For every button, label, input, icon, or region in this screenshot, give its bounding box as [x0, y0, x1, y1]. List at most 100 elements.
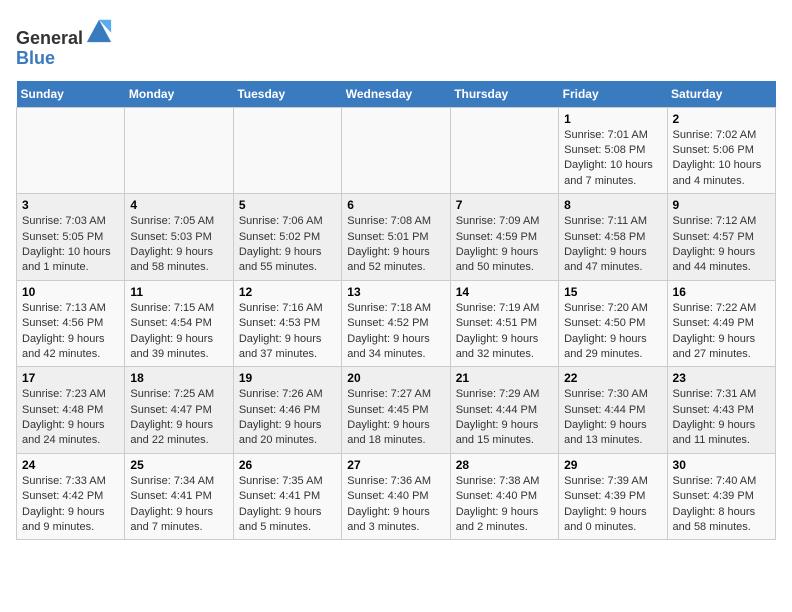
calendar-cell: 26Sunrise: 7:35 AM Sunset: 4:41 PM Dayli… — [233, 453, 341, 540]
calendar-cell — [125, 107, 233, 194]
day-number: 25 — [130, 458, 227, 472]
day-number: 13 — [347, 285, 444, 299]
day-info: Sunrise: 7:39 AM Sunset: 4:39 PM Dayligh… — [564, 474, 661, 536]
day-number: 18 — [130, 371, 227, 385]
day-info: Sunrise: 7:03 AM Sunset: 5:05 PM Dayligh… — [22, 214, 119, 276]
day-info: Sunrise: 7:05 AM Sunset: 5:03 PM Dayligh… — [130, 214, 227, 276]
day-info: Sunrise: 7:09 AM Sunset: 4:59 PM Dayligh… — [456, 214, 553, 276]
calendar-cell: 29 Sunrise: 7:39 AM Sunset: 4:39 PM Dayli… — [559, 453, 667, 540]
calendar-cell — [342, 107, 450, 194]
day-number: 10 — [22, 285, 119, 299]
calendar-cell: 14 Sunrise: 7:19 AM Sunset: 4:51 PM Dayli… — [450, 280, 558, 367]
day-number: 20 — [347, 371, 444, 385]
day-number: 5 — [239, 198, 336, 212]
day-header-friday: Friday — [559, 81, 667, 108]
day-number: 28 — [456, 458, 553, 472]
day-number: 22 — [564, 371, 661, 385]
day-info: Sunrise: 7:16 AM Sunset: 4:53 PM Dayligh… — [239, 301, 336, 363]
calendar-cell: 5 Sunrise: 7:06 AM Sunset: 5:02 PM Daylig… — [233, 194, 341, 281]
day-info: Sunrise: 7:23 AM Sunset: 4:48 PM Dayligh… — [22, 387, 119, 449]
calendar-cell: 27 Sunrise: 7:36 AM Sunset: 4:40 PM Dayli… — [342, 453, 450, 540]
day-header-monday: Monday — [125, 81, 233, 108]
day-header-thursday: Thursday — [450, 81, 558, 108]
day-number: 6 — [347, 198, 444, 212]
day-number: 3 — [22, 198, 119, 212]
day-number: 23 — [673, 371, 770, 385]
day-info: Sunrise: 7:27 AM Sunset: 4:45 PM Dayligh… — [347, 387, 444, 449]
day-number: 15 — [564, 285, 661, 299]
day-info: Sunrise: 7:13 AM Sunset: 4:56 PM Dayligh… — [22, 301, 119, 363]
logo-blue: Blue — [16, 48, 55, 68]
calendar-cell: 11Sunrise: 7:15 AM Sunset: 4:54 PM Dayli… — [125, 280, 233, 367]
calendar-header-row: SundayMondayTuesdayWednesdayThursdayFrid… — [17, 81, 776, 108]
calendar-cell: 28 Sunrise: 7:38 AM Sunset: 4:40 PM Dayli… — [450, 453, 558, 540]
calendar-cell: 25 Sunrise: 7:34 AM Sunset: 4:41 PM Dayli… — [125, 453, 233, 540]
day-info: Sunrise: 7:11 AM Sunset: 4:58 PM Dayligh… — [564, 214, 661, 276]
calendar-cell: 10 Sunrise: 7:13 AM Sunset: 4:56 PM Dayli… — [17, 280, 125, 367]
day-info: Sunrise: 7:34 AM Sunset: 4:41 PM Dayligh… — [130, 474, 227, 536]
day-info: Sunrise: 7:33 AM Sunset: 4:42 PM Dayligh… — [22, 474, 119, 536]
day-info: Sunrise: 7:38 AM Sunset: 4:40 PM Dayligh… — [456, 474, 553, 536]
calendar-cell: 16 Sunrise: 7:22 AM Sunset: 4:49 PM Dayli… — [667, 280, 775, 367]
calendar-cell: 17Sunrise: 7:23 AM Sunset: 4:48 PM Dayli… — [17, 367, 125, 454]
page-header: General Blue — [16, 16, 776, 69]
week-row-4: 17Sunrise: 7:23 AM Sunset: 4:48 PM Dayli… — [17, 367, 776, 454]
day-number: 21 — [456, 371, 553, 385]
calendar-table: SundayMondayTuesdayWednesdayThursdayFrid… — [16, 81, 776, 541]
day-header-tuesday: Tuesday — [233, 81, 341, 108]
day-info: Sunrise: 7:36 AM Sunset: 4:40 PM Dayligh… — [347, 474, 444, 536]
day-number: 1 — [564, 112, 661, 126]
calendar-cell: 8 Sunrise: 7:11 AM Sunset: 4:58 PM Daylig… — [559, 194, 667, 281]
week-row-1: 1 Sunrise: 7:01 AM Sunset: 5:08 PM Daylig… — [17, 107, 776, 194]
day-number: 8 — [564, 198, 661, 212]
day-number: 12 — [239, 285, 336, 299]
day-header-saturday: Saturday — [667, 81, 775, 108]
calendar-cell: 20 Sunrise: 7:27 AM Sunset: 4:45 PM Dayli… — [342, 367, 450, 454]
calendar-cell: 3 Sunrise: 7:03 AM Sunset: 5:05 PM Daylig… — [17, 194, 125, 281]
day-info: Sunrise: 7:40 AM Sunset: 4:39 PM Dayligh… — [673, 474, 770, 536]
day-info: Sunrise: 7:35 AM Sunset: 4:41 PM Dayligh… — [239, 474, 336, 536]
calendar-cell: 15Sunrise: 7:20 AM Sunset: 4:50 PM Dayli… — [559, 280, 667, 367]
calendar-cell: 1 Sunrise: 7:01 AM Sunset: 5:08 PM Daylig… — [559, 107, 667, 194]
day-info: Sunrise: 7:02 AM Sunset: 5:06 PM Dayligh… — [673, 128, 770, 190]
day-number: 27 — [347, 458, 444, 472]
calendar-cell: 2 Sunrise: 7:02 AM Sunset: 5:06 PM Daylig… — [667, 107, 775, 194]
day-number: 14 — [456, 285, 553, 299]
day-info: Sunrise: 7:18 AM Sunset: 4:52 PM Dayligh… — [347, 301, 444, 363]
calendar-cell — [233, 107, 341, 194]
day-info: Sunrise: 7:26 AM Sunset: 4:46 PM Dayligh… — [239, 387, 336, 449]
day-info: Sunrise: 7:06 AM Sunset: 5:02 PM Dayligh… — [239, 214, 336, 276]
day-info: Sunrise: 7:25 AM Sunset: 4:47 PM Dayligh… — [130, 387, 227, 449]
day-number: 16 — [673, 285, 770, 299]
day-info: Sunrise: 7:12 AM Sunset: 4:57 PM Dayligh… — [673, 214, 770, 276]
calendar-cell: 23Sunrise: 7:31 AM Sunset: 4:43 PM Dayli… — [667, 367, 775, 454]
calendar-cell: 30Sunrise: 7:40 AM Sunset: 4:39 PM Dayli… — [667, 453, 775, 540]
logo: General Blue — [16, 16, 113, 69]
day-header-sunday: Sunday — [17, 81, 125, 108]
day-number: 4 — [130, 198, 227, 212]
day-info: Sunrise: 7:08 AM Sunset: 5:01 PM Dayligh… — [347, 214, 444, 276]
day-info: Sunrise: 7:30 AM Sunset: 4:44 PM Dayligh… — [564, 387, 661, 449]
calendar-cell: 13 Sunrise: 7:18 AM Sunset: 4:52 PM Dayli… — [342, 280, 450, 367]
day-number: 24 — [22, 458, 119, 472]
day-info: Sunrise: 7:22 AM Sunset: 4:49 PM Dayligh… — [673, 301, 770, 363]
logo-icon — [85, 16, 113, 44]
calendar-cell — [450, 107, 558, 194]
day-info: Sunrise: 7:29 AM Sunset: 4:44 PM Dayligh… — [456, 387, 553, 449]
day-info: Sunrise: 7:19 AM Sunset: 4:51 PM Dayligh… — [456, 301, 553, 363]
day-number: 2 — [673, 112, 770, 126]
calendar-cell: 4 Sunrise: 7:05 AM Sunset: 5:03 PM Daylig… — [125, 194, 233, 281]
calendar-cell: 19 Sunrise: 7:26 AM Sunset: 4:46 PM Dayli… — [233, 367, 341, 454]
calendar-cell: 24 Sunrise: 7:33 AM Sunset: 4:42 PM Dayli… — [17, 453, 125, 540]
day-number: 11 — [130, 285, 227, 299]
calendar-body: 1 Sunrise: 7:01 AM Sunset: 5:08 PM Daylig… — [17, 107, 776, 540]
day-number: 7 — [456, 198, 553, 212]
day-number: 19 — [239, 371, 336, 385]
calendar-cell: 12 Sunrise: 7:16 AM Sunset: 4:53 PM Dayli… — [233, 280, 341, 367]
day-number: 29 — [564, 458, 661, 472]
week-row-3: 10 Sunrise: 7:13 AM Sunset: 4:56 PM Dayli… — [17, 280, 776, 367]
calendar-cell — [17, 107, 125, 194]
day-header-wednesday: Wednesday — [342, 81, 450, 108]
day-info: Sunrise: 7:01 AM Sunset: 5:08 PM Dayligh… — [564, 128, 661, 190]
week-row-5: 24 Sunrise: 7:33 AM Sunset: 4:42 PM Dayli… — [17, 453, 776, 540]
